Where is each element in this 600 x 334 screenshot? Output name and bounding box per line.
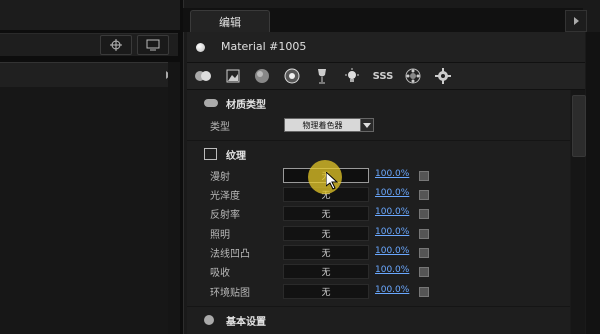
texture-strength-link[interactable]: 100.0% [375,246,409,256]
panel-menu-button[interactable] [565,10,587,32]
image-icon[interactable] [223,66,243,86]
texture-slot-environment[interactable]: 无 [283,284,369,299]
left-main-area [0,87,178,334]
material-preview-icon[interactable] [193,66,213,86]
left-header-strip [0,62,178,88]
texture-enable-checkbox[interactable] [419,209,429,219]
reflection-icon[interactable] [403,66,423,86]
material-type-icon [204,99,218,107]
section-material-type: 材质类型 [226,100,266,111]
texture-label: 漫射 [210,172,230,183]
texture-icon [204,148,217,160]
section-texture: 纹理 [226,151,246,162]
tab-editor[interactable]: 编辑 [190,10,270,33]
texture-enable-checkbox[interactable] [419,190,429,200]
material-dot-icon [196,43,205,52]
texture-slot-normal-bump[interactable]: 无 [283,245,369,260]
texture-enable-checkbox[interactable] [419,287,429,297]
texture-enable-checkbox[interactable] [419,267,429,277]
crosshair-button[interactable] [100,35,132,55]
texture-label: 法线凹凸 [210,249,250,260]
texture-enable-checkbox[interactable] [419,171,429,181]
texture-label: 环境贴图 [210,288,250,299]
left-top-area [0,0,180,30]
material-name: Material #1005 [221,40,307,53]
lightbulb-icon[interactable] [342,66,362,86]
mouse-pointer-icon [326,172,338,190]
tab-editor-label: 编辑 [219,16,241,29]
chevron-down-icon [363,122,371,128]
section-basic-settings: 基本设置 [226,317,266,328]
texture-strength-link[interactable]: 100.0% [375,285,409,295]
texture-enable-checkbox[interactable] [419,248,429,258]
sphere-icon[interactable] [252,66,272,86]
type-dropdown-button[interactable] [360,118,374,132]
texture-label: 吸收 [210,268,230,279]
texture-strength-link[interactable]: 100.0% [375,227,409,237]
texture-label: 反射率 [210,210,240,221]
divider [187,306,570,307]
type-select[interactable]: 物理着色器 [284,118,361,132]
type-label: 类型 [210,122,230,133]
texture-strength-link[interactable]: 100.0% [375,207,409,217]
texture-label: 光泽度 [210,191,240,202]
texture-strength-link[interactable]: 100.0% [375,169,409,179]
side-strip [586,32,600,334]
texture-slot-illumination[interactable]: 无 [283,226,369,241]
panel-splitter[interactable] [168,62,180,334]
scrollbar-thumb[interactable] [572,95,586,157]
texture-slot-absorption[interactable]: 无 [283,264,369,279]
gear-icon[interactable] [433,66,453,86]
texture-enable-checkbox[interactable] [419,229,429,239]
texture-strength-link[interactable]: 100.0% [375,265,409,275]
chevron-right-icon [573,17,579,25]
texture-strength-link[interactable]: 100.0% [375,188,409,198]
divider [187,140,570,141]
shader-icon[interactable] [282,66,302,86]
screen-button[interactable] [137,35,169,55]
texture-slot-reflectivity[interactable]: 无 [283,206,369,221]
texture-label: 照明 [210,230,230,241]
basic-settings-icon [204,315,214,325]
sss-icon[interactable]: SSS [372,66,394,86]
wine-glass-icon[interactable] [312,66,332,86]
screen-icon [146,39,160,51]
crosshair-icon [110,39,122,51]
